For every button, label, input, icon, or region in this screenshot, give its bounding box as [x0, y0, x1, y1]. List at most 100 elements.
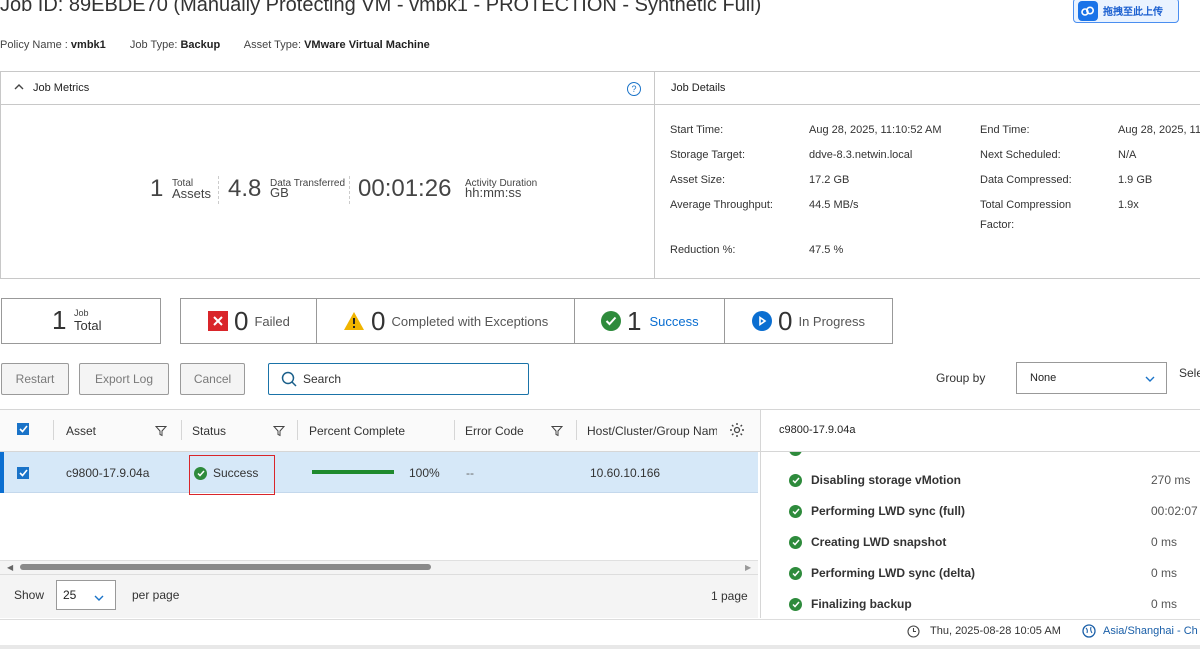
scroll-right-icon[interactable]: ▶: [745, 563, 751, 572]
export-log-button[interactable]: Export Log: [79, 363, 169, 395]
data-compressed-value: 1.9 GB: [1118, 174, 1153, 186]
step-item: Finalizing backup: [789, 597, 912, 611]
warning-icon: [343, 311, 365, 331]
row-percent: 100%: [409, 466, 440, 480]
job-total-label-bottom: Total: [74, 318, 102, 333]
column-header-percent-complete[interactable]: Percent Complete: [309, 424, 405, 438]
exceptions-label: Completed with Exceptions: [391, 313, 549, 329]
next-scheduled-value: N/A: [1118, 149, 1137, 161]
policy-value: vmbk1: [70, 39, 106, 51]
current-datetime: Thu, 2025-08-28 10:05 AM: [930, 625, 1061, 637]
chevron-down-icon: [1145, 374, 1155, 386]
exceptions-value: 0: [371, 305, 386, 336]
row-checkbox[interactable]: [17, 467, 29, 479]
row-status: Success: [194, 466, 258, 480]
page-title: Job ID: 89EBDE70 (Manually Protecting VM…: [0, 0, 762, 16]
select-all-checkbox[interactable]: [17, 423, 29, 435]
end-time-value: Aug 28, 2025, 11: [1118, 124, 1200, 136]
bottom-rule: [0, 645, 1200, 649]
in-progress-value: 0: [778, 305, 793, 336]
play-icon: [752, 311, 772, 331]
step-item: Creating LWD snapshot: [789, 535, 946, 549]
truncated-step: [789, 452, 989, 456]
progress-bar: [312, 470, 394, 474]
total-assets-label-bottom: Assets: [172, 186, 212, 201]
success-icon: [789, 566, 802, 580]
success-icon: [601, 311, 621, 331]
timezone-link[interactable]: Asia/Shanghai - Ch: [1103, 625, 1198, 637]
page-count: 1 page: [711, 589, 748, 603]
step-time: 270 ms: [1151, 473, 1191, 487]
scrollbar-thumb[interactable]: [20, 564, 431, 570]
column-divider: [297, 420, 298, 440]
step-name: Disabling storage vMotion: [811, 473, 962, 487]
per-page-label: per page: [132, 588, 180, 602]
filter-icon[interactable]: [272, 425, 286, 440]
metrics-panel-header: [0, 71, 1200, 105]
asset-type-label: Asset Type:: [243, 39, 302, 51]
job-metrics-title[interactable]: Job Metrics: [33, 82, 89, 94]
column-header-host[interactable]: Host/Cluster/Group Nam: [587, 424, 717, 438]
gear-icon[interactable]: [729, 422, 745, 441]
asset-size-value: 17.2 GB: [809, 174, 850, 186]
column-header-asset[interactable]: Asset: [66, 424, 96, 438]
cloud-icon: [1078, 0, 1098, 21]
storage-target-label: Storage Target:: [670, 149, 746, 161]
avg-throughput-value: 44.5 MB/s: [809, 199, 859, 211]
cancel-button[interactable]: Cancel: [180, 363, 245, 395]
group-by-select[interactable]: None: [1016, 362, 1167, 394]
success-icon: [789, 504, 802, 518]
in-progress-filter[interactable]: 0 In Progress: [725, 299, 892, 343]
failed-label: Failed: [254, 313, 290, 329]
row-asset[interactable]: c9800-17.9.04a: [66, 466, 149, 480]
step-item: Performing LWD sync (full): [789, 504, 965, 518]
upload-button[interactable]: 拖拽至此上传: [1073, 0, 1179, 23]
step-name: Performing LWD sync (full): [811, 504, 966, 518]
start-time-value: Aug 28, 2025, 11:10:52 AM: [809, 124, 942, 136]
data-transferred-value: 4.8: [228, 175, 262, 202]
restart-button[interactable]: Restart: [1, 363, 69, 395]
success-filter[interactable]: 1 Success: [575, 299, 724, 343]
scroll-left-icon[interactable]: ◀: [7, 563, 13, 572]
filter-icon[interactable]: [550, 425, 564, 440]
show-label: Show: [14, 588, 45, 602]
next-scheduled-label: Next Scheduled:: [980, 149, 1061, 161]
success-icon: [194, 466, 207, 480]
upload-button-label: 拖拽至此上传: [1103, 7, 1163, 18]
job-total-label-top: Job: [74, 308, 89, 318]
column-header-status[interactable]: Status: [192, 424, 226, 438]
collapse-icon[interactable]: [14, 83, 24, 94]
failed-filter[interactable]: 0 Failed: [181, 299, 316, 343]
column-divider: [454, 420, 455, 440]
search-icon: [281, 371, 297, 387]
column-divider: [181, 420, 182, 440]
asset-type-value: VMware Virtual Machine: [304, 39, 430, 51]
metric-divider: [218, 176, 219, 204]
success-label: Success: [649, 313, 699, 329]
reduction-label: Reduction %:: [670, 244, 736, 256]
filter-icon[interactable]: [154, 425, 168, 440]
job-type-value: Backup: [180, 39, 221, 51]
step-name: Creating LWD snapshot: [811, 535, 947, 549]
help-icon[interactable]: ?: [627, 82, 641, 96]
step-time: 0 ms: [1151, 597, 1178, 611]
group-by-label: Group by: [936, 371, 986, 385]
policy-label: Policy Name :: [0, 39, 68, 51]
page-size-select[interactable]: 25: [56, 580, 116, 610]
search-input[interactable]: Search: [268, 363, 529, 395]
column-divider: [53, 420, 54, 440]
duration-value: 00:01:26: [358, 175, 452, 202]
exceptions-filter[interactable]: 0 Completed with Exceptions: [317, 299, 574, 343]
in-progress-label: In Progress: [798, 313, 865, 329]
column-header-error-code[interactable]: Error Code: [465, 424, 524, 438]
panel-divider: [654, 71, 655, 279]
panel-divider: [760, 452, 761, 618]
step-time: 0 ms: [1151, 566, 1178, 580]
select-label-cut: Sele: [1179, 366, 1200, 380]
end-time-label: End Time:: [980, 124, 1030, 136]
metric-divider: [349, 176, 350, 204]
job-meta-line: Policy Name : vmbk1 Job Type: Backup Ass…: [0, 39, 430, 51]
storage-target-value: ddve-8.3.netwin.local: [809, 149, 913, 161]
clock-icon: [907, 625, 920, 641]
success-value: 1: [627, 305, 642, 336]
